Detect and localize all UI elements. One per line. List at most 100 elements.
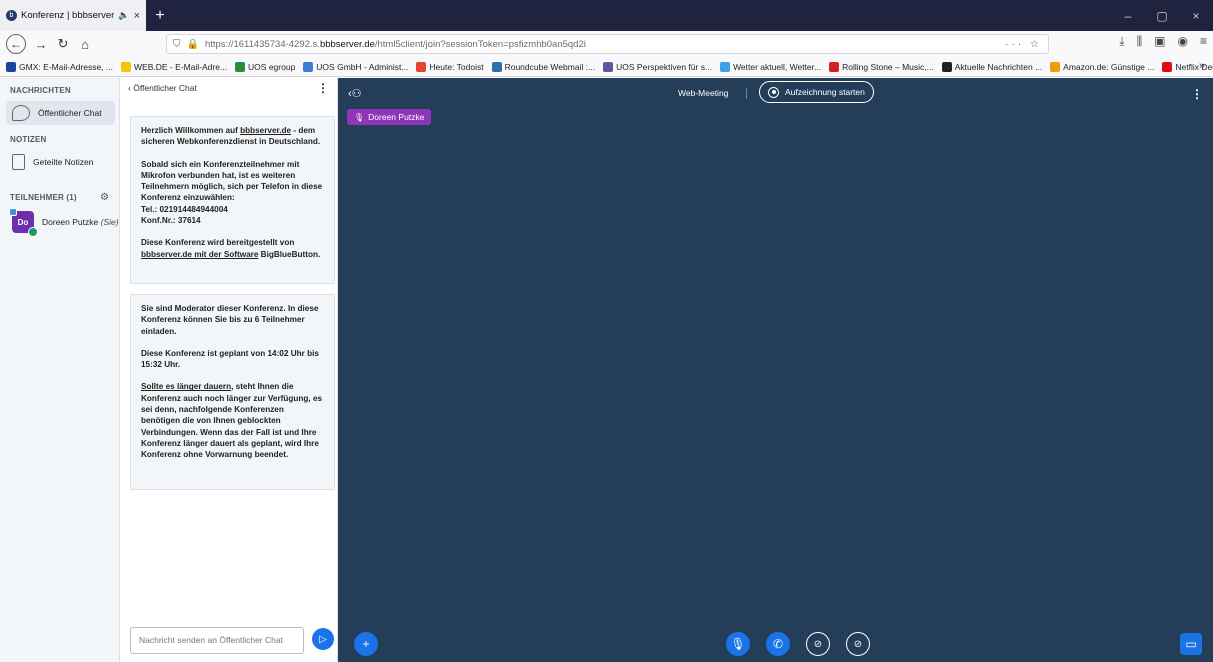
public-chat-label: Öffentlicher Chat	[38, 108, 102, 118]
close-tab-icon[interactable]: ×	[134, 10, 140, 22]
chevron-left-icon: ‹	[128, 83, 131, 93]
actions-plus-button[interactable]: +	[354, 632, 378, 656]
new-tab-button[interactable]: +	[146, 0, 174, 31]
screenshare-button[interactable]: ⊘	[846, 632, 870, 656]
bookmark-item[interactable]: Roundcube Webmail :...	[491, 61, 595, 72]
bookmark-favicon-icon	[829, 61, 840, 72]
bookmark-item[interactable]: Rolling Stone – Music,...	[829, 61, 934, 72]
chat-input-area: ▷	[130, 625, 334, 655]
bookmark-item[interactable]: UOS GmbH - Administ...	[303, 61, 409, 72]
bbb-favicon-icon: b	[6, 10, 17, 21]
bookmark-item[interactable]: Heute: Todoist	[416, 61, 484, 72]
reload-button[interactable]: ↻	[52, 33, 74, 55]
bookmark-item[interactable]: Wetter aktuell, Wetter...	[720, 61, 821, 72]
chat-title: Öffentlicher Chat	[133, 83, 197, 93]
maximize-button[interactable]: ▢	[1145, 0, 1179, 31]
send-button[interactable]: ▷	[312, 628, 334, 650]
bookmark-favicon-icon	[6, 61, 16, 72]
bookmark-favicon-icon	[303, 61, 314, 72]
chat-icon	[12, 105, 30, 121]
back-button[interactable]: ←	[6, 34, 26, 54]
chat-menu-icon[interactable]: ⋮	[317, 81, 329, 95]
presentation-button[interactable]: ▭	[1180, 633, 1202, 655]
participants-title: TEILNEHMER (1)	[10, 193, 77, 202]
account-icon[interactable]: ◉	[1178, 34, 1188, 49]
user-name: Doreen Putzke (Sie)	[42, 217, 119, 227]
toggle-user-list-icon[interactable]: ‹⚇	[348, 87, 362, 100]
lock-icon[interactable]: 🔒	[187, 39, 199, 50]
window-controls: – ▢ ×	[1111, 0, 1213, 31]
forward-button[interactable]: →	[30, 33, 52, 55]
browser-tab-bar: b Konferenz | bbbserver.de - 🔈 × + – ▢ ×	[0, 0, 1213, 31]
bookmark-item[interactable]: Netflix Deutschland – ...	[1162, 61, 1213, 72]
bookmark-item[interactable]: WEB.DE - E-Mail-Adre...	[121, 61, 228, 72]
presenter-icon	[9, 208, 17, 216]
bbbserver-software-link[interactable]: bbbserver.de mit der Software	[141, 250, 258, 259]
chat-message: Herzlich Willkommen auf bbbserver.de - d…	[130, 116, 335, 284]
sidebar-icon[interactable]: ▣	[1154, 34, 1165, 49]
phone-button[interactable]: ✆	[766, 632, 790, 656]
bookmark-item[interactable]: UOS Perspektiven für s...	[603, 61, 712, 72]
meeting-stage: ‹⚇ Web-Meeting Aufzeichnung starten ⋮ 🎙 …	[338, 78, 1213, 662]
bookmark-label: Rolling Stone – Music,...	[842, 61, 934, 72]
messages-title: NACHRICHTEN	[10, 86, 71, 95]
bookmark-label: Heute: Todoist	[429, 61, 484, 72]
bookmarks-more-icon[interactable]: »	[1199, 60, 1205, 72]
camera-button[interactable]: ⊘	[806, 632, 830, 656]
bookmarks-bar: GMX: E-Mail-Adresse, ... WEB.DE - E-Mail-…	[0, 57, 1213, 77]
user-list-item[interactable]: Do Doreen Putzke (Sie)	[9, 208, 119, 237]
chat-message-input[interactable]	[130, 626, 304, 654]
browser-nav-bar: ← → ↻ ⌂ ⛉ 🔒 https://1611435734-4292.s.bb…	[0, 31, 1213, 57]
browser-tab[interactable]: b Konferenz | bbbserver.de - 🔈 ×	[0, 0, 146, 31]
bookmark-label: WEB.DE - E-Mail-Adre...	[134, 61, 228, 72]
sidebar-item-public-chat[interactable]: Öffentlicher Chat	[6, 101, 115, 125]
record-label: Aufzeichnung starten	[785, 87, 865, 97]
home-button[interactable]: ⌂	[74, 33, 96, 55]
microphone-icon: 🎙	[730, 637, 746, 651]
bookmark-label: Amazon.de: Günstige ...	[1063, 61, 1155, 72]
send-icon: ▷	[319, 633, 327, 645]
url-text[interactable]: https://1611435734-4292.s.bbbserver.de/h…	[205, 39, 999, 50]
bookmark-favicon-icon	[720, 61, 731, 72]
stage-navbar: ‹⚇ Web-Meeting Aufzeichnung starten ⋮	[338, 78, 1213, 108]
record-button[interactable]: Aufzeichnung starten	[759, 81, 874, 103]
screenshare-off-icon: ⊘	[853, 638, 863, 650]
shield-icon[interactable]: ⛉	[173, 39, 181, 50]
bookmark-item[interactable]: Aktuelle Nachrichten ...	[941, 61, 1043, 72]
bookmark-favicon-icon	[941, 61, 952, 72]
sidebar-item-shared-notes[interactable]: Geteilte Notizen	[6, 150, 115, 174]
library-icon[interactable]: ⫼	[1137, 34, 1143, 49]
action-bar: + 🎙 ✆ ⊘ ⊘ ▭	[338, 630, 1213, 658]
bookmark-label: Aktuelle Nachrichten ...	[954, 61, 1043, 72]
bookmark-favicon-icon	[416, 61, 427, 72]
downloads-icon[interactable]: ⤓	[1119, 34, 1124, 49]
microphone-button[interactable]: 🎙	[726, 632, 750, 656]
close-window-button[interactable]: ×	[1179, 0, 1213, 31]
presentation-icon: ▭	[1185, 637, 1197, 651]
gear-icon[interactable]: ⚙	[100, 192, 109, 203]
bbb-app: NACHRICHTEN Öffentlicher Chat NOTIZEN Ge…	[0, 78, 1213, 662]
url-bar[interactable]: ⛉ 🔒 https://1611435734-4292.s.bbbserver.…	[166, 34, 1049, 54]
options-menu-icon[interactable]: ⋮	[1191, 87, 1203, 101]
chat-back-button[interactable]: ‹ Öffentlicher Chat	[128, 83, 197, 93]
minimize-button[interactable]: –	[1111, 0, 1145, 31]
chat-panel: ‹ Öffentlicher Chat ⋮ Herzlich Willkomme…	[120, 78, 338, 662]
bookmark-item[interactable]: UOS egroup	[235, 61, 295, 72]
bookmark-item[interactable]: Amazon.de: Günstige ...	[1050, 61, 1155, 72]
bookmark-label: GMX: E-Mail-Adresse, ...	[19, 61, 113, 72]
page-actions-icon[interactable]: ··· ☆	[1005, 39, 1042, 50]
bbbserver-link[interactable]: bbbserver.de	[240, 126, 291, 135]
plus-icon: +	[362, 637, 370, 651]
record-icon	[768, 86, 779, 98]
bookmark-favicon-icon	[491, 61, 502, 72]
camera-off-icon: ⊘	[813, 638, 823, 650]
menu-icon[interactable]: ≡	[1200, 34, 1207, 49]
talking-indicator[interactable]: 🎙 Doreen Putzke	[347, 109, 432, 125]
bookmark-item[interactable]: GMX: E-Mail-Adresse, ...	[6, 61, 113, 72]
bookmark-favicon-icon	[603, 61, 614, 72]
bookmark-label: UOS GmbH - Administ...	[316, 61, 409, 72]
speaker-icon[interactable]: 🔈	[118, 10, 129, 21]
longer-link[interactable]: Sollte es länger dauern	[141, 382, 231, 391]
microphone-icon: 🎙	[354, 112, 365, 122]
bookmark-label: Netflix Deutschland – ...	[1175, 61, 1213, 72]
